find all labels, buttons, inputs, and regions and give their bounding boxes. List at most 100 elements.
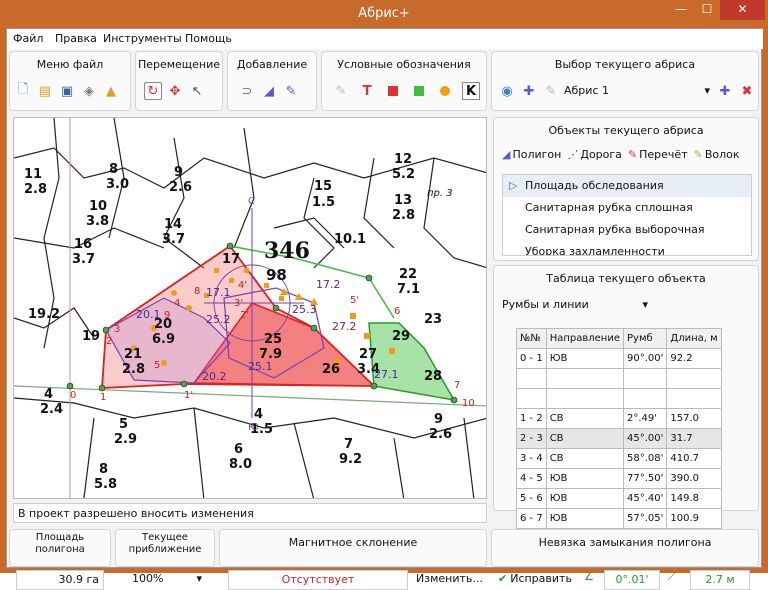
red-square-icon[interactable]	[384, 82, 402, 100]
file-group-title: Меню файл	[36, 58, 104, 71]
magnetic-value-field: Отсутствует	[228, 570, 408, 590]
map-canvas[interactable]: 11 2.8 8 3.0 9 2.6 10 3.8 12 5.2 13 2.8 …	[13, 117, 487, 499]
table-row[interactable]: 4 - 5 ЮВ 77°.50' 390.0	[516, 468, 722, 489]
table-cell: 410.7	[666, 448, 722, 469]
orange-circle-icon[interactable]	[436, 82, 454, 100]
map-label: 12	[394, 152, 412, 167]
table-cell: СВ	[545, 408, 625, 429]
table-cell: 92.2	[666, 348, 722, 369]
menu-tools[interactable]: Инструменты	[103, 32, 182, 45]
table-row[interactable]: 0 - 1 ЮВ 90°.00' 92.2	[516, 348, 722, 369]
checkmark-icon: ✔	[498, 572, 508, 585]
add-abris-right-icon[interactable]: ✚	[716, 82, 734, 100]
table-cell	[545, 388, 625, 409]
fix-button-label: Исправить	[510, 572, 572, 585]
legend-group: Условные обозначения ✎ T K	[321, 51, 487, 111]
add-line-icon[interactable]: ⊃	[238, 82, 256, 100]
area-value-field[interactable]: 30.9 га	[16, 570, 104, 590]
table-row[interactable]: 5 - 6 ЮВ 45°.40' 149.8	[516, 488, 722, 509]
table-row[interactable]: 3 - 4 СВ 58°.08' 410.7	[516, 448, 722, 469]
table-row[interactable]	[516, 368, 722, 389]
skid-trail-icon: ✎	[693, 148, 703, 161]
move-arrows-icon[interactable]: ✥	[166, 82, 184, 100]
map-label: 19	[82, 329, 100, 344]
magnetic-group: Магнитное склонение Отсутствует Изменить…	[219, 529, 487, 590]
map-label: 23	[424, 312, 442, 327]
list-item[interactable]: Санитарная рубка выборочная	[503, 219, 751, 241]
table-row[interactable]: 1 - 2 СВ 2°.49' 157.0	[516, 408, 722, 429]
column-header: №№	[516, 328, 547, 349]
add-polygon-icon[interactable]: ◢	[260, 82, 278, 100]
zoom-select[interactable]: 100% ▾	[126, 570, 206, 590]
length-value: 2.7 м	[705, 573, 735, 586]
road-button-label: Дорога	[580, 148, 622, 161]
table-cell: 390.0	[666, 468, 722, 489]
block-area: 98	[266, 266, 287, 284]
table-cell	[516, 388, 547, 409]
map-label: 14	[164, 217, 182, 232]
close-button[interactable]: ✕	[720, 0, 765, 20]
settings-icon[interactable]: ◈	[80, 82, 98, 100]
text-tool-icon[interactable]: T	[358, 82, 376, 100]
table-mode-select[interactable]: Румбы и линии ▾	[502, 296, 652, 314]
open-folder-icon[interactable]: ▤	[36, 82, 54, 100]
rotate-icon[interactable]: ↻	[144, 82, 162, 100]
list-item[interactable]: Уборка захламленности	[503, 241, 751, 255]
menu-file[interactable]: Файл	[13, 32, 43, 45]
area-value: 30.9 га	[58, 573, 99, 586]
fix-button[interactable]: ✔ Исправить	[498, 572, 572, 585]
table-row[interactable]: 6 - 7 ЮВ 57°.05' 100.9	[516, 508, 722, 529]
delete-abris-icon[interactable]: ✖	[738, 82, 756, 100]
maximize-button[interactable]: ☐	[694, 0, 720, 20]
k-tool-icon[interactable]: K	[462, 82, 480, 100]
abris-select-group: Выбор текущего абриса ◉ ✚ ✎ Абрис 1 ▾ ✚ …	[491, 51, 759, 111]
minimize-button[interactable]: —	[668, 0, 694, 20]
change-declination-button[interactable]: Изменить...	[416, 572, 483, 585]
road-button[interactable]: ⋰ Дорога	[567, 148, 622, 161]
map-label: 7	[344, 437, 353, 452]
point-label: 6	[394, 306, 400, 317]
menu-help[interactable]: Помощь	[185, 32, 232, 45]
table-row[interactable]: 2 - 3 СВ 45°.00' 31.7	[516, 428, 722, 449]
green-square-icon[interactable]	[410, 82, 428, 100]
disabled-tool-icon: ✎	[545, 83, 557, 99]
point-label: 3	[114, 324, 120, 335]
map-label: 10	[89, 199, 107, 214]
table-row[interactable]	[516, 388, 722, 409]
add-abris-icon[interactable]: ✚	[520, 82, 538, 100]
list-item[interactable]: ▷ Площадь обследования	[503, 175, 751, 197]
add-pen-icon[interactable]: ✎	[282, 82, 300, 100]
menu-edit[interactable]: Правка	[55, 32, 97, 45]
map-label: 15	[314, 179, 332, 194]
move-group-title: Перемещение	[137, 58, 221, 71]
table-cell: 4 - 5	[516, 468, 547, 489]
new-file-icon[interactable]: 🗋	[14, 82, 32, 100]
polygon-button[interactable]: ◢ Полигон	[502, 148, 561, 161]
table-cell	[622, 388, 668, 409]
abris-select-value: Абрис 1	[564, 84, 609, 97]
area-title: Площадь полигона	[35, 532, 85, 555]
list-item[interactable]: Санитарная рубка сплошная	[503, 197, 751, 219]
map-label: 19.2	[28, 307, 60, 322]
pointer-icon[interactable]: ↖	[188, 82, 206, 100]
lock-icon[interactable]: ▲	[102, 82, 120, 100]
count-icon: ✎	[627, 148, 638, 161]
legend-group-title: Условные обозначения	[337, 58, 471, 71]
zoom-title: Текущее приближение	[128, 532, 202, 555]
point-label: 2'	[240, 310, 249, 321]
count-button[interactable]: ✎ Перечёт	[628, 148, 688, 161]
skid-trail-button[interactable]: ✎ Волок	[694, 148, 740, 161]
skid-trail-button-label: Волок	[704, 148, 740, 161]
marker-icon[interactable]: ✎	[332, 82, 350, 100]
table-cell: 3 - 4	[516, 448, 547, 469]
map-label: 5.8	[94, 477, 117, 492]
map-label: 2.6	[429, 427, 452, 442]
green-area-polygon[interactable]	[368, 322, 456, 402]
map-svg[interactable]: 11 2.8 8 3.0 9 2.6 10 3.8 12 5.2 13 2.8 …	[14, 118, 487, 499]
save-icon[interactable]: ▣	[58, 82, 76, 100]
table-cell: 77°.50'	[622, 468, 668, 489]
abris-select[interactable]: Абрис 1 ▾	[564, 82, 714, 102]
list-item-label: Санитарная рубка выборочная	[525, 223, 705, 236]
column-header: Направление	[545, 328, 625, 349]
globe-icon[interactable]: ◉	[498, 82, 516, 100]
